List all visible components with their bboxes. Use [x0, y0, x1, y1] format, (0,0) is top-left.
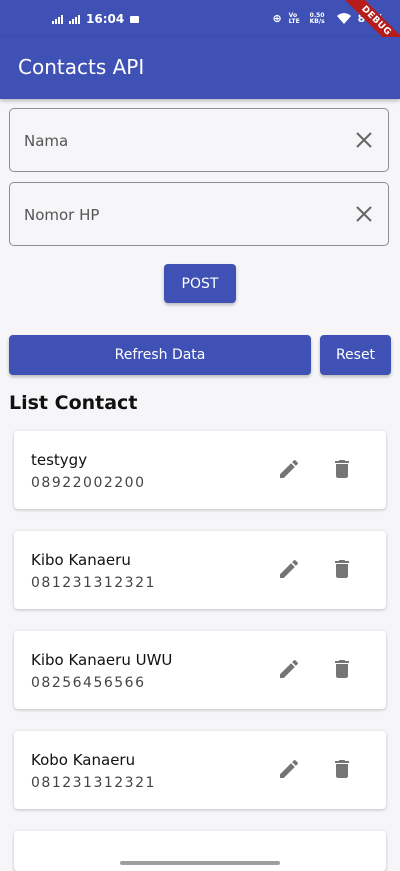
- name-input[interactable]: [22, 109, 346, 173]
- contact-name: Kobo Kanaeru: [31, 751, 136, 769]
- delete-trash-icon[interactable]: [330, 757, 354, 781]
- status-bar: 16:04 ⊕ Vo LTE 0.50 KB/s 87% DEBUG: [0, 0, 400, 62]
- hotspot-icon: ⊕: [272, 12, 282, 25]
- video-camera-icon: [130, 15, 140, 23]
- phone-input[interactable]: [22, 183, 346, 247]
- delete-trash-icon[interactable]: [330, 457, 354, 481]
- edit-pencil-icon[interactable]: [277, 557, 301, 581]
- edit-pencil-icon[interactable]: [277, 457, 301, 481]
- network-speed: 0.50 KB/s: [309, 11, 325, 25]
- contact-phone: 08256456566: [31, 675, 146, 691]
- signal-icon-2: [69, 14, 80, 24]
- wifi-icon: [336, 13, 351, 24]
- contact-card: Kibo Kanaeru 081231312321: [14, 531, 386, 609]
- delete-trash-icon[interactable]: [330, 657, 354, 681]
- contact-phone: 081231312321: [31, 775, 156, 791]
- edit-pencil-icon[interactable]: [277, 657, 301, 681]
- gesture-nav-bar[interactable]: [120, 861, 280, 865]
- page-title: Contacts API: [18, 55, 145, 79]
- contact-card-partial: [14, 831, 386, 871]
- contact-card: Kibo Kanaeru UWU 08256456566: [14, 631, 386, 709]
- name-field: [9, 108, 389, 173]
- refresh-data-button[interactable]: Refresh Data: [9, 335, 311, 375]
- list-title: List Contact: [9, 392, 138, 414]
- post-button[interactable]: POST: [164, 264, 236, 303]
- reset-button[interactable]: Reset: [320, 335, 391, 375]
- contact-name: Kibo Kanaeru: [31, 551, 131, 569]
- contact-card: Kobo Kanaeru 081231312321: [14, 731, 386, 809]
- clear-phone-close-icon[interactable]: [354, 204, 374, 224]
- edit-pencil-icon[interactable]: [277, 757, 301, 781]
- network-type: Vo LTE: [288, 11, 300, 25]
- app-bar: Contacts API: [0, 37, 400, 99]
- clear-name-close-icon[interactable]: [354, 130, 374, 150]
- contact-card: testygy 08922002200: [14, 431, 386, 509]
- status-left: 16:04: [52, 12, 140, 26]
- contact-name: Kibo Kanaeru UWU: [31, 651, 173, 669]
- contact-phone: 08922002200: [31, 475, 146, 491]
- contact-name: testygy: [31, 451, 88, 469]
- signal-icon: [52, 14, 63, 24]
- delete-trash-icon[interactable]: [330, 557, 354, 581]
- contact-phone: 081231312321: [31, 575, 156, 591]
- status-time: 16:04: [86, 12, 125, 26]
- phone-field: [9, 182, 389, 247]
